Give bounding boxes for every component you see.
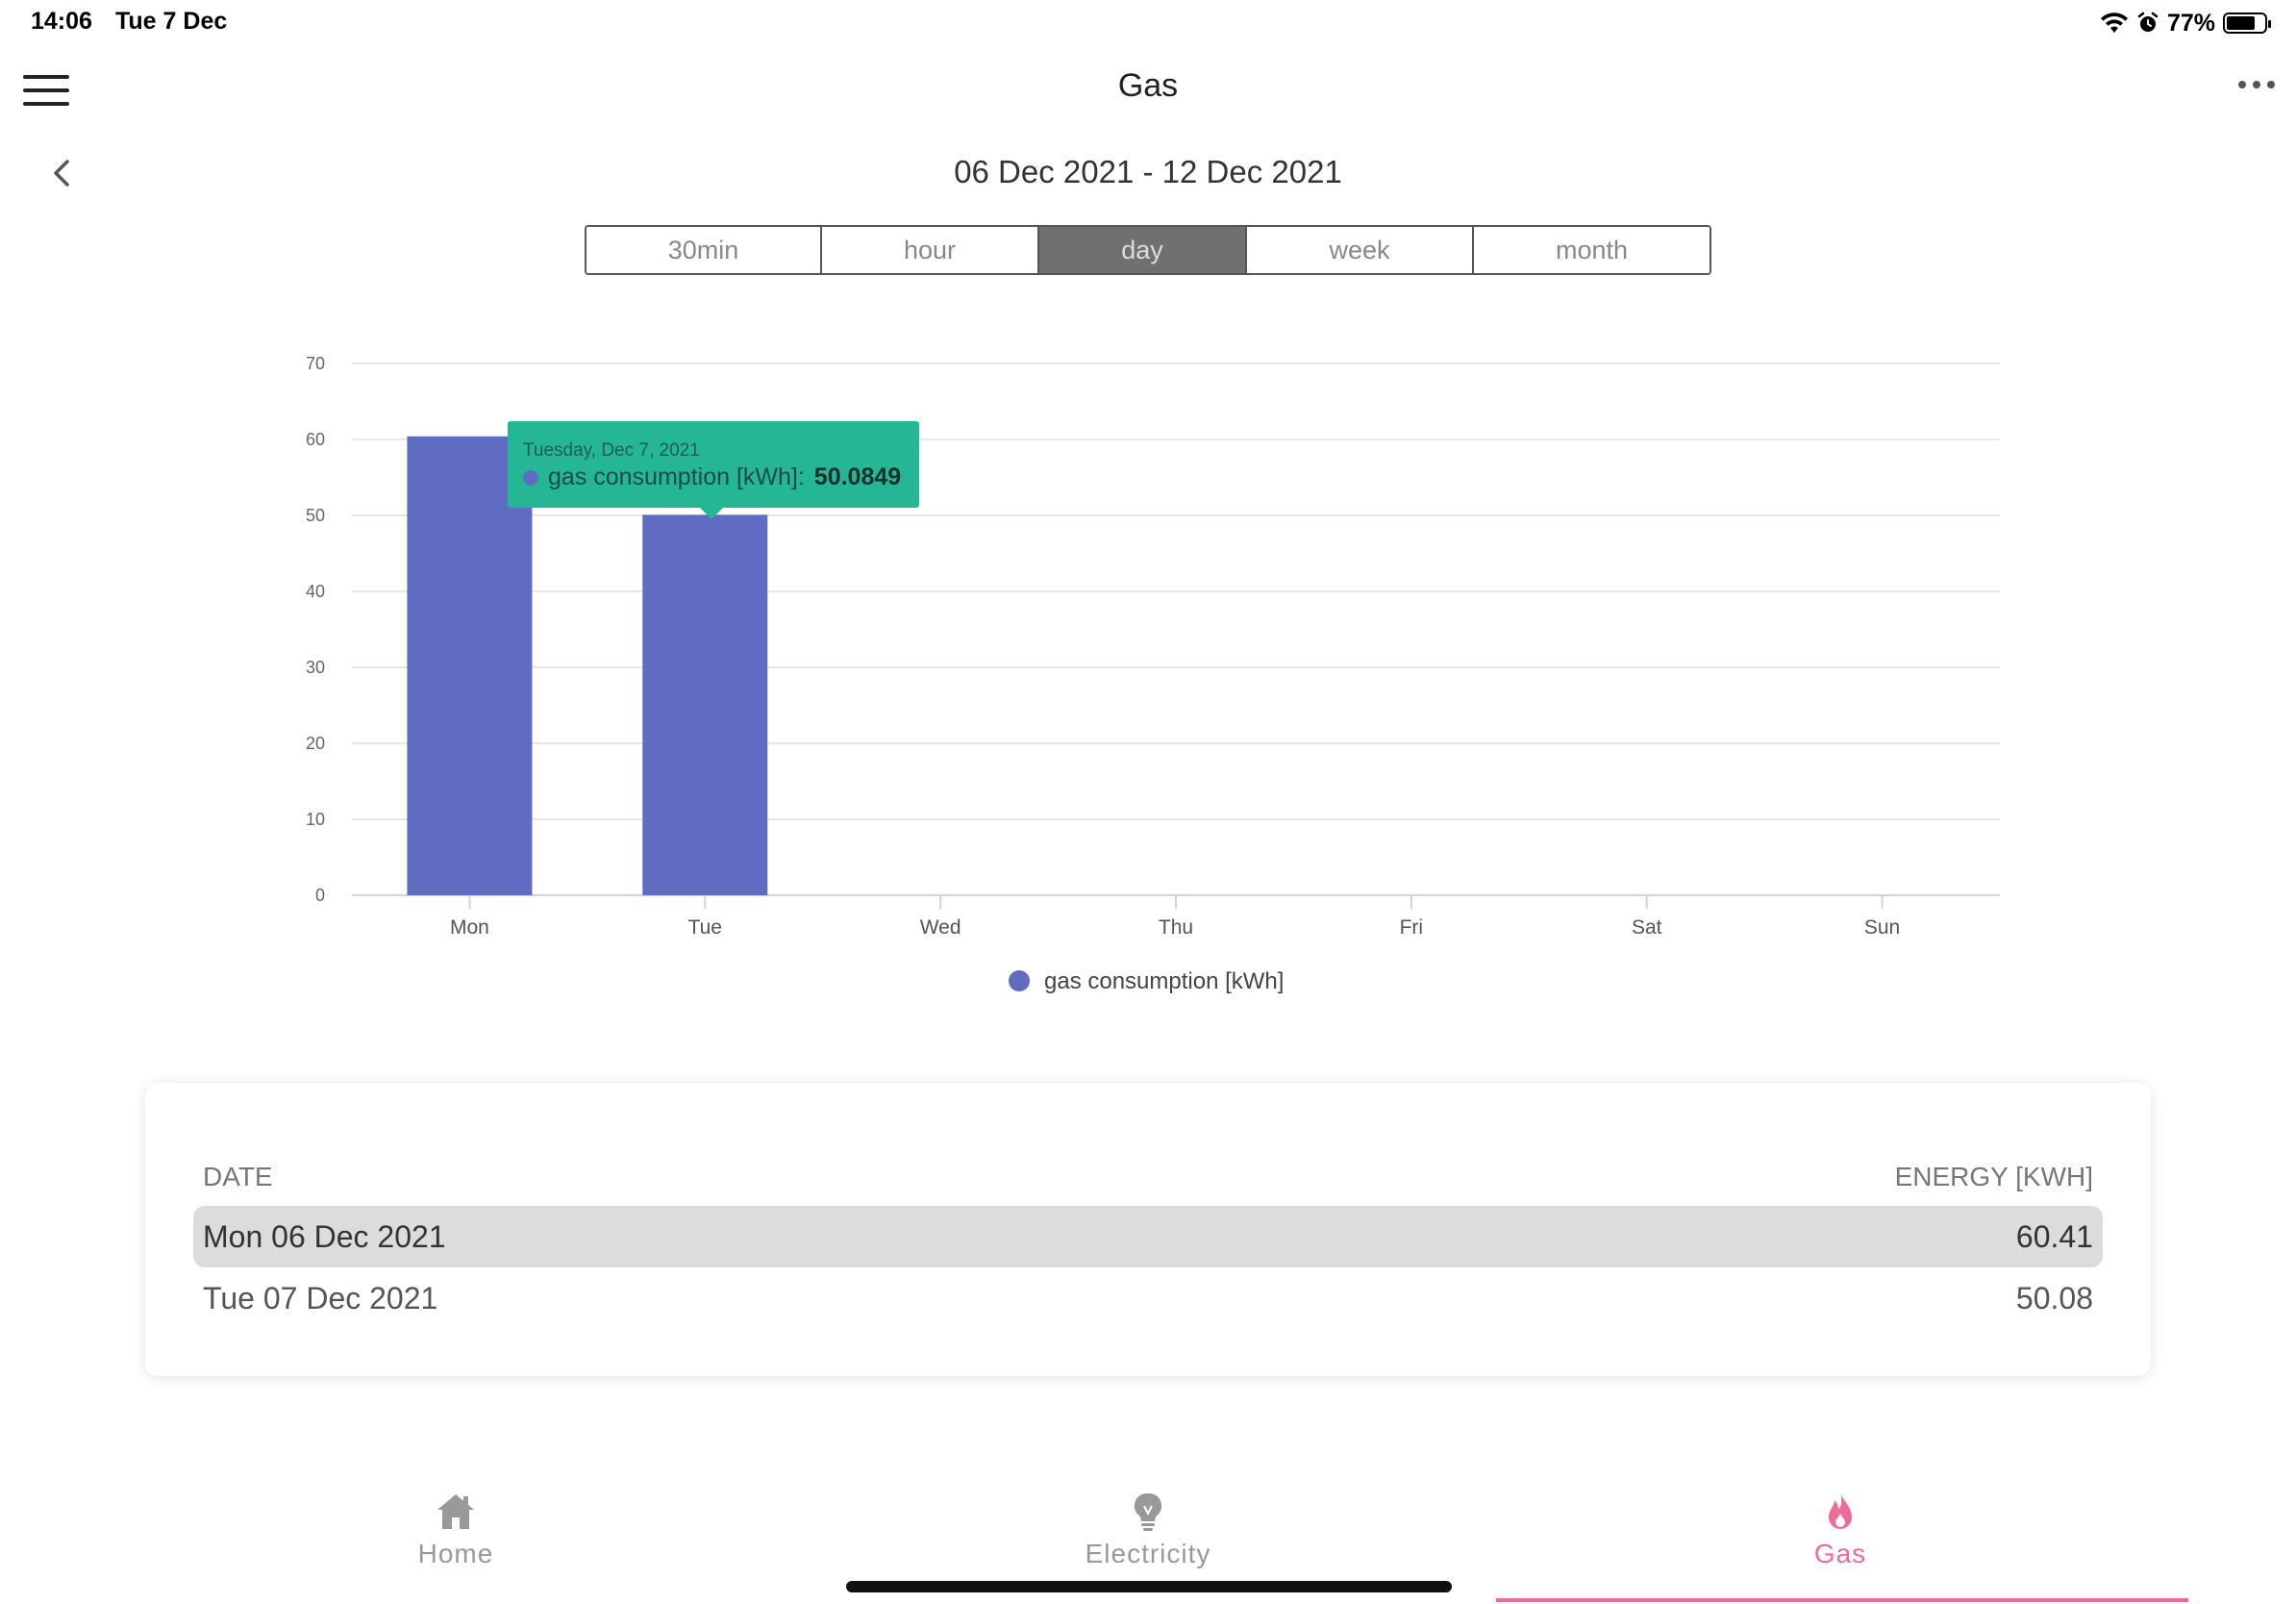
legend-label: gas consumption [kWh] [1044, 968, 1284, 994]
row-energy: 50.08 [2015, 1280, 2093, 1316]
segment-day[interactable]: day [1039, 227, 1247, 273]
lightbulb-icon [1134, 1492, 1162, 1531]
tooltip-arrow [700, 508, 723, 519]
y-tick-label: 10 [306, 810, 325, 829]
status-time: 14:06 [31, 8, 92, 35]
series-dot-icon [523, 469, 538, 486]
tooltip-series-name: gas consumption [kWh]: [548, 464, 805, 490]
status-bar: 14:06 Tue 7 Dec 77% [0, 0, 2296, 46]
x-tick-label: Wed [920, 916, 961, 939]
tooltip-value: 50.0849 [813, 464, 902, 490]
more-options-button[interactable] [2238, 81, 2275, 88]
alarm-icon [2137, 12, 2159, 32]
tab-home-label: Home [417, 1539, 494, 1568]
y-tick-label: 60 [306, 430, 325, 449]
header-date: DATE [203, 1162, 273, 1191]
page-title: Gas [1117, 67, 1179, 104]
home-indicator [846, 1581, 1452, 1592]
status-date: Tue 7 Dec [115, 8, 228, 35]
row-date: Tue 07 Dec 2021 [203, 1280, 438, 1316]
row-energy: 60.41 [2015, 1218, 2093, 1254]
date-range-label: 06 Dec 2021 - 12 Dec 2021 [954, 154, 1342, 189]
table-row[interactable]: Mon 06 Dec 2021 60.41 [193, 1206, 2103, 1267]
bar [642, 514, 768, 895]
flame-icon [1829, 1492, 1852, 1529]
tab-electricity-label: Electricity [1085, 1539, 1211, 1568]
interval-selector: 30min hour day week month [585, 225, 1711, 275]
home-icon [437, 1494, 474, 1529]
header-energy: ENERGY [KWH] [1894, 1162, 2093, 1191]
table-header: DATE ENERGY [KWH] [203, 1162, 2093, 1192]
segment-week[interactable]: week [1247, 227, 1474, 273]
table-row[interactable]: Tue 07 Dec 2021 50.08 [193, 1267, 2103, 1329]
y-tick-label: 30 [306, 658, 325, 677]
x-tick-label: Sun [1864, 916, 1900, 939]
segment-30min[interactable]: 30min [586, 227, 822, 273]
tab-home[interactable]: Home [312, 1491, 600, 1569]
segment-hour[interactable]: hour [822, 227, 1039, 273]
battery-icon [2223, 13, 2271, 34]
y-tick-label: 70 [306, 354, 325, 373]
row-date: Mon 06 Dec 2021 [203, 1218, 446, 1254]
y-tick-label: 50 [306, 506, 325, 525]
y-tick-label: 20 [306, 734, 325, 753]
energy-table-card: DATE ENERGY [KWH] Mon 06 Dec 2021 60.41 … [145, 1083, 2151, 1376]
x-tick-label: Thu [1159, 916, 1193, 939]
y-tick-label: 40 [306, 582, 325, 601]
tab-electricity[interactable]: Electricity [1004, 1491, 1292, 1569]
segment-month[interactable]: month [1474, 227, 1710, 273]
y-tick-label: 0 [315, 886, 325, 905]
wifi-icon [2100, 13, 2128, 33]
x-tick-label: Tue [688, 916, 722, 939]
tab-gas-label: Gas [1813, 1539, 1867, 1568]
ellipsis-icon [2238, 81, 2246, 88]
chart-tooltip: Tuesday, Dec 7, 2021 gas consumption [kW… [508, 421, 919, 519]
status-indicators: 77% [2100, 8, 2271, 38]
x-tick-label: Fri [1400, 916, 1424, 939]
tab-gas[interactable]: Gas [1696, 1491, 1984, 1569]
active-tab-indicator [1496, 1598, 2188, 1602]
app-root: 14:06 Tue 7 Dec 77% Gas 06 Dec 2021 - 12… [0, 0, 2296, 1604]
tooltip-date: Tuesday, Dec 7, 2021 [523, 440, 700, 461]
x-tick-label: Mon [450, 916, 489, 939]
x-tick-label: Sat [1632, 916, 1662, 939]
battery-percent: 77% [2166, 9, 2215, 37]
legend-dot-icon [1009, 970, 1030, 991]
header: Gas [0, 58, 2296, 125]
tooltip-series-line: gas consumption [kWh]: 50.0849 [523, 464, 904, 491]
